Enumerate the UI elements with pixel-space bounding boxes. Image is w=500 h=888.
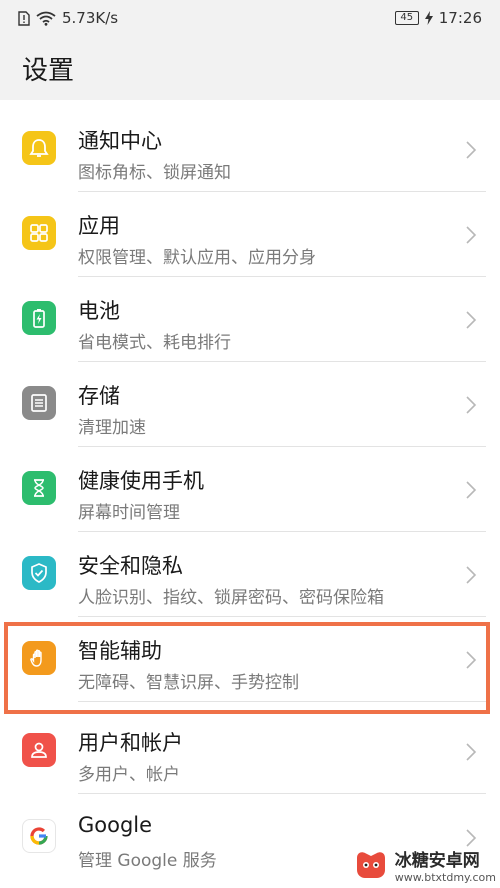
storage-icon (22, 386, 56, 420)
divider (78, 793, 486, 794)
settings-item-security-privacy[interactable]: 安全和隐私 人脸识别、指纹、锁屏密码、密码保险箱 (0, 532, 500, 617)
settings-item-subtitle: 屏幕时间管理 (78, 503, 180, 523)
settings-item-subtitle: 人脸识别、指纹、锁屏密码、密码保险箱 (78, 588, 384, 608)
chevron-right-icon (466, 566, 477, 584)
chevron-right-icon (466, 829, 477, 847)
settings-item-title: 智能辅助 (78, 639, 162, 663)
settings-item-subtitle: 无障碍、智慧识屏、手势控制 (78, 673, 299, 693)
battery-icon (22, 301, 56, 335)
charging-icon (424, 11, 433, 25)
google-icon (22, 819, 56, 853)
settings-item-subtitle: 省电模式、耗电排行 (78, 333, 231, 353)
watermark-logo-icon (356, 852, 385, 878)
chevron-right-icon (466, 481, 477, 499)
settings-item-battery[interactable]: 电池 省电模式、耗电排行 (0, 277, 500, 362)
hourglass-icon (22, 471, 56, 505)
divider (78, 701, 486, 702)
settings-item-subtitle: 多用户、帐户 (78, 765, 180, 785)
header: 设置 (0, 36, 500, 100)
settings-item-digital-balance[interactable]: 健康使用手机 屏幕时间管理 (0, 447, 500, 532)
settings-item-title: Google (78, 813, 153, 837)
shield-icon (22, 556, 56, 590)
settings-item-title: 应用 (78, 214, 120, 238)
settings-item-title: 存储 (78, 384, 120, 408)
settings-item-title: 安全和隐私 (78, 554, 183, 578)
settings-item-apps[interactable]: 应用 权限管理、默认应用、应用分身 (0, 192, 500, 277)
bell-icon (22, 131, 56, 165)
chevron-right-icon (466, 141, 477, 159)
wifi-icon (36, 11, 56, 26)
settings-item-subtitle: 权限管理、默认应用、应用分身 (78, 248, 316, 268)
settings-item-notification-center[interactable]: 通知中心 图标角标、锁屏通知 (0, 107, 500, 192)
chevron-right-icon (466, 743, 477, 761)
settings-list: 通知中心 图标角标、锁屏通知 应用 权限管理、默认应用、应用分身 电池 省电模式… (0, 100, 500, 888)
chevron-right-icon (466, 651, 477, 669)
watermark-url: www.btxtdmy.com (394, 871, 496, 884)
network-speed: 5.73K/s (62, 9, 119, 27)
watermark-name: 冰糖安卓网 (394, 851, 480, 871)
chevron-right-icon (466, 396, 477, 414)
chevron-right-icon (466, 311, 477, 329)
hand-icon (22, 641, 56, 675)
settings-item-title: 健康使用手机 (78, 469, 204, 493)
notification-alert-icon (18, 10, 30, 26)
chevron-right-icon (466, 226, 477, 244)
user-icon (22, 733, 56, 767)
settings-item-title: 电池 (78, 299, 120, 323)
watermark: 冰糖安卓网 www.btxtdmy.com (353, 846, 496, 884)
battery-level: 45 (394, 11, 419, 25)
settings-item-subtitle: 管理 Google 服务 (78, 851, 217, 871)
settings-item-storage[interactable]: 存储 清理加速 (0, 362, 500, 447)
settings-item-users-accounts[interactable]: 用户和帐户 多用户、帐户 (0, 709, 500, 794)
settings-item-title: 通知中心 (78, 129, 162, 153)
page-title: 设置 (22, 55, 75, 86)
settings-item-subtitle: 清理加速 (78, 418, 146, 438)
clock: 17:26 (438, 9, 482, 27)
settings-item-title: 用户和帐户 (78, 731, 183, 755)
status-bar: 5.73K/s 45 17:26 (0, 0, 500, 36)
settings-item-subtitle: 图标角标、锁屏通知 (78, 163, 231, 183)
settings-item-smart-assistance[interactable]: 智能辅助 无障碍、智慧识屏、手势控制 (0, 617, 500, 702)
apps-grid-icon (22, 216, 56, 250)
